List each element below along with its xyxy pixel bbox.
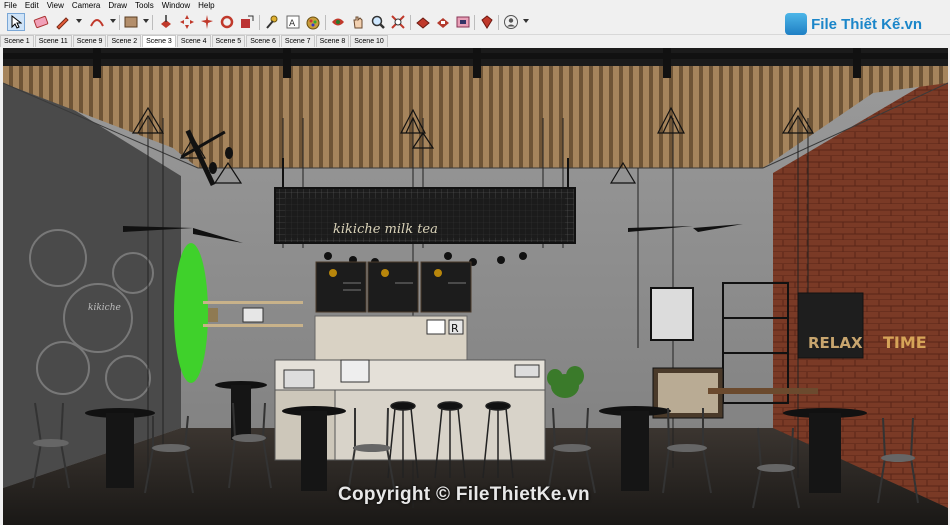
tab-scene-5[interactable]: Scene 5	[211, 35, 246, 47]
logo-text: File Thiết Kế.vn	[811, 15, 922, 33]
ruby-icon[interactable]	[478, 13, 496, 31]
tab-scene-10[interactable]: Scene 10	[350, 35, 388, 47]
menu-view[interactable]: View	[43, 0, 68, 11]
pan-icon[interactable]	[349, 13, 367, 31]
offset-icon[interactable]	[238, 13, 256, 31]
move-icon[interactable]	[178, 13, 196, 31]
rectangle-icon[interactable]	[122, 13, 140, 31]
scene-tabs: Scene 1 Scene 11 Scene 9 Scene 2 Scene 3…	[0, 35, 950, 47]
chevron-down-icon[interactable]	[523, 19, 529, 23]
layout-icon[interactable]	[454, 13, 472, 31]
arc-icon[interactable]	[88, 13, 106, 31]
cafe-interior-render: kikiche kikiche milk tea R RELAX TIME	[3, 48, 948, 525]
menu-bar: File Edit View Camera Draw Tools Window …	[0, 0, 950, 11]
tab-scene-2[interactable]: Scene 2	[107, 35, 142, 47]
canopy-sign-text: kikiche milk tea	[333, 222, 438, 237]
relax-sign: RELAX	[808, 334, 863, 352]
menu-edit[interactable]: Edit	[21, 0, 43, 11]
tab-scene-8[interactable]: Scene 8	[315, 35, 350, 47]
tab-scene-6[interactable]: Scene 6	[246, 35, 280, 47]
eraser-icon[interactable]	[32, 13, 50, 31]
zoom-extents-icon[interactable]	[389, 13, 407, 31]
tab-scene-11[interactable]: Scene 11	[34, 35, 72, 47]
menu-boards	[315, 261, 472, 313]
tab-scene-3[interactable]: Scene 3	[142, 35, 176, 47]
menu-help[interactable]: Help	[194, 0, 218, 11]
menu-tools[interactable]: Tools	[131, 0, 158, 11]
paint-bucket-icon[interactable]	[304, 13, 322, 31]
warehouse-icon[interactable]	[414, 13, 432, 31]
back-cabinet: R	[314, 315, 468, 364]
filethietke-logo: File Thiết Kế.vn	[785, 13, 922, 35]
logo-icon	[785, 13, 808, 35]
menu-window[interactable]: Window	[158, 0, 194, 11]
text-icon[interactable]: A	[284, 13, 302, 31]
svg-text:A: A	[289, 19, 296, 29]
scale-icon[interactable]	[218, 13, 236, 31]
shelf-letter: R	[451, 322, 459, 335]
copyright-watermark: Copyright © FileThietKe.vn	[338, 484, 590, 505]
chevron-down-icon[interactable]	[76, 19, 82, 23]
select-tool-icon[interactable]	[7, 13, 25, 31]
push-pull-icon[interactable]	[157, 13, 175, 31]
wall-logo-text: kikiche	[88, 303, 121, 313]
menu-draw[interactable]: Draw	[104, 0, 131, 11]
tab-scene-4[interactable]: Scene 4	[176, 35, 211, 47]
extension-warehouse-icon[interactable]	[434, 13, 452, 31]
tape-measure-icon[interactable]	[263, 13, 281, 31]
tab-scene-1[interactable]: Scene 1	[0, 35, 34, 47]
model-viewport[interactable]: kikiche kikiche milk tea R RELAX TIME	[3, 48, 948, 525]
orbit-icon[interactable]	[329, 13, 347, 31]
time-sign: TIME	[883, 333, 927, 352]
pencil-icon[interactable]	[53, 13, 71, 31]
chevron-down-icon[interactable]	[143, 19, 149, 23]
tab-scene-7[interactable]: Scene 7	[280, 35, 315, 47]
tab-scene-9[interactable]: Scene 9	[72, 35, 107, 47]
chevron-down-icon[interactable]	[110, 19, 116, 23]
zoom-icon[interactable]	[369, 13, 387, 31]
wooden-bar-table	[708, 388, 818, 394]
menu-camera[interactable]: Camera	[68, 0, 104, 11]
rotate-icon[interactable]	[198, 13, 216, 31]
menu-file[interactable]: File	[0, 0, 21, 11]
user-account-icon[interactable]	[502, 13, 520, 31]
green-surfboard	[174, 243, 208, 383]
